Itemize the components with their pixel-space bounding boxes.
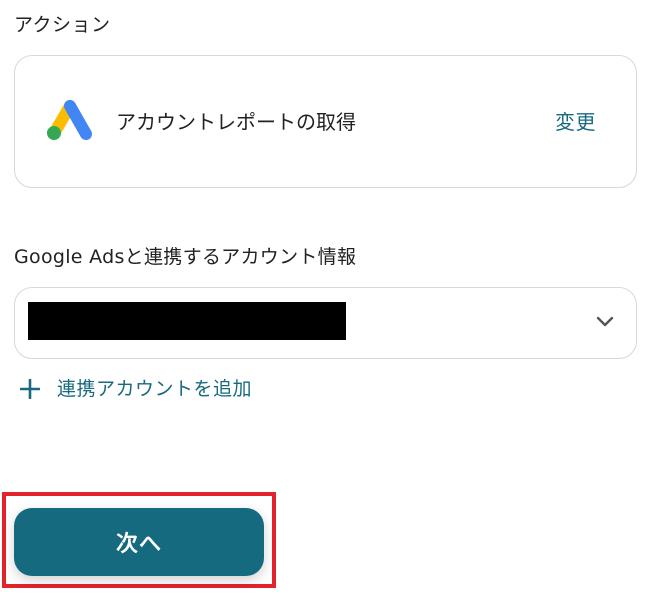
- plus-icon: [20, 379, 40, 399]
- add-account-label: 連携アカウントを追加: [57, 378, 253, 400]
- add-linked-account-link[interactable]: 連携アカウントを追加: [20, 375, 252, 403]
- chevron-down-icon: [596, 316, 614, 327]
- account-select-dropdown[interactable]: [14, 287, 637, 359]
- change-action-link[interactable]: 変更: [555, 107, 596, 137]
- action-name: アカウントレポートの取得: [116, 110, 356, 134]
- action-card: アカウントレポートの取得 変更: [14, 55, 637, 188]
- google-ads-logo-icon: [47, 100, 92, 140]
- account-field-label: Google Adsと連携するアカウント情報: [14, 246, 357, 268]
- next-button[interactable]: 次へ: [14, 508, 264, 576]
- action-section-title: アクション: [14, 14, 111, 36]
- redacted-account-value: [28, 302, 346, 340]
- page: アクション アカウントレポートの取得 変更 Google Adsと連携するアカウ…: [0, 0, 654, 595]
